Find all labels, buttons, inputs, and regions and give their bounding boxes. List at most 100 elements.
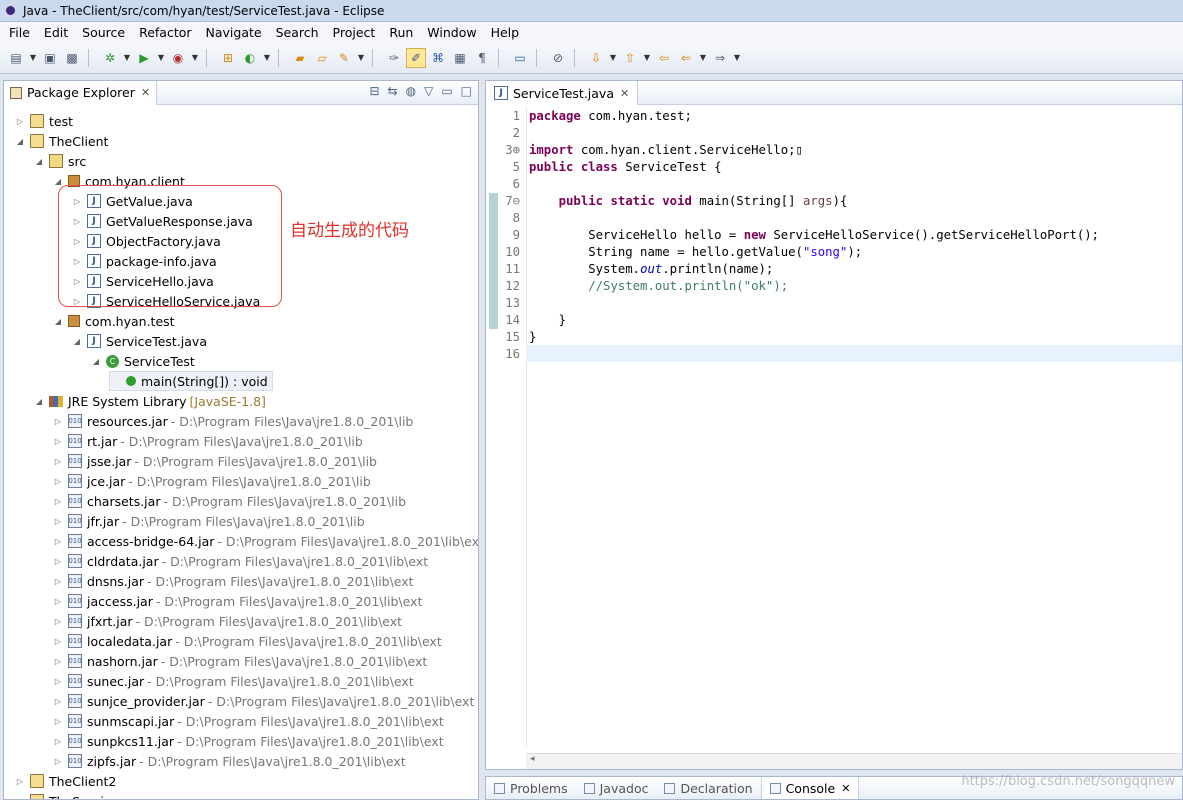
tree-item[interactable]: ▷ 010 cldrdata.jar - D:\Program Files\Java\…: [52, 551, 428, 571]
tab-servicetest-java[interactable]: J ServiceTest.java ✕: [486, 81, 639, 105]
save-all-icon[interactable]: ▩: [62, 48, 82, 68]
collapse-icon[interactable]: ◢: [90, 357, 102, 366]
console-icon[interactable]: ▭: [510, 48, 530, 68]
tree-item[interactable]: ▷ 010 jfxrt.jar - D:\Program Files\Java\jre…: [52, 611, 402, 631]
expand-icon[interactable]: ▷: [52, 537, 64, 546]
expand-icon[interactable]: ▷: [52, 457, 64, 466]
tree-item[interactable]: ◢ src: [33, 151, 86, 171]
expand-icon[interactable]: ▷: [52, 477, 64, 486]
collapse-icon[interactable]: ◢: [52, 177, 64, 186]
tab-problems[interactable]: Problems: [486, 777, 576, 799]
expand-icon[interactable]: ▷: [52, 617, 64, 626]
expand-icon[interactable]: ▷: [52, 497, 64, 506]
tree-item[interactable]: main(String[]) : void: [109, 371, 273, 391]
collapse-icon[interactable]: ◢: [14, 137, 26, 146]
menu-project[interactable]: Project: [326, 25, 383, 40]
tree-item[interactable]: ▷ 010 dnsns.jar - D:\Program Files\Java\jre…: [52, 571, 414, 591]
next-annotation-dropdown-icon[interactable]: ▼: [608, 48, 618, 68]
new-class-dropdown-icon[interactable]: ▼: [262, 48, 272, 68]
save-icon[interactable]: ▣: [40, 48, 60, 68]
last-edit-icon[interactable]: ⇦: [654, 48, 674, 68]
expand-icon[interactable]: ▷: [52, 657, 64, 666]
minimize-icon[interactable]: ▭: [441, 84, 452, 98]
menu-edit[interactable]: Edit: [37, 25, 75, 40]
tree-item[interactable]: ▷ 010 jsse.jar - D:\Program Files\Java\jre1…: [52, 451, 377, 471]
prev-annotation-icon[interactable]: ⇧: [620, 48, 640, 68]
toggle-highlight-icon[interactable]: ✐: [406, 47, 426, 68]
tree-item[interactable]: ▷ 010 sunjce_provider.jar - D:\Program File…: [52, 691, 474, 711]
new-icon[interactable]: ▤: [6, 48, 26, 68]
open-folder-icon[interactable]: ▱: [312, 48, 332, 68]
code-area[interactable]: 1 package com.hyan.test; 2 3⊕ import com.hya…: [486, 107, 1182, 747]
expand-icon[interactable]: ▷: [52, 697, 64, 706]
expand-icon[interactable]: ▷: [52, 517, 64, 526]
expand-icon[interactable]: ▷: [52, 557, 64, 566]
expand-icon[interactable]: ▷: [52, 417, 64, 426]
skip-breakpoints-icon[interactable]: ⊘: [548, 48, 568, 68]
search-icon[interactable]: ✎: [334, 48, 354, 68]
tree-item[interactable]: ▷ 010 sunec.jar - D:\Program Files\Java\jre…: [52, 671, 414, 691]
tab-console[interactable]: Console ✕: [760, 777, 860, 799]
run-dropdown-icon[interactable]: ▼: [156, 48, 166, 68]
tree-item[interactable]: ▷ 010 localedata.jar - D:\Program Files\Jav…: [52, 631, 442, 651]
expand-icon[interactable]: ▷: [52, 677, 64, 686]
tree-item[interactable]: ◢ C ServiceTest: [90, 351, 195, 371]
external-tools-icon[interactable]: ◉: [168, 48, 188, 68]
collapse-all-icon[interactable]: ⊟: [369, 84, 379, 98]
collapse-icon[interactable]: ◢: [33, 397, 45, 406]
focus-icon[interactable]: ◍: [406, 84, 416, 98]
tree-item[interactable]: ▷ TheService: [14, 791, 118, 800]
expand-icon[interactable]: ▷: [52, 597, 64, 606]
tree-item[interactable]: ▷ 010 access-bridge-64.jar - D:\Program Fil…: [52, 531, 478, 551]
link-with-editor-icon[interactable]: ⇆: [388, 84, 398, 98]
expand-icon[interactable]: ▷: [52, 737, 64, 746]
close-icon[interactable]: ✕: [841, 782, 850, 795]
collapse-icon[interactable]: ◢: [71, 337, 83, 346]
back-icon[interactable]: ⇐: [676, 48, 696, 68]
tree-item[interactable]: ▷ 010 rt.jar - D:\Program Files\Java\jre1.8…: [52, 431, 363, 451]
view-menu-icon[interactable]: ▽: [424, 84, 433, 98]
tab-javadoc[interactable]: Javadoc: [576, 777, 657, 799]
tree-item[interactable]: ◢ com.hyan.test: [52, 311, 175, 331]
open-type-icon[interactable]: ▰: [290, 48, 310, 68]
new-package-icon[interactable]: ⊞: [218, 48, 238, 68]
horizontal-scrollbar[interactable]: ◂: [526, 753, 1182, 769]
debug-icon[interactable]: ✲: [100, 48, 120, 68]
expand-icon[interactable]: ▷: [52, 757, 64, 766]
expand-icon[interactable]: ▷: [52, 437, 64, 446]
tree-item[interactable]: ◢ JRE System Library [JavaSE-1.8]: [33, 391, 266, 411]
expand-icon[interactable]: ▷: [14, 777, 26, 786]
run-icon[interactable]: ▶: [134, 48, 154, 68]
menu-source[interactable]: Source: [75, 25, 132, 40]
menu-run[interactable]: Run: [382, 25, 420, 40]
external-tools-dropdown-icon[interactable]: ▼: [190, 48, 200, 68]
tab-package-explorer[interactable]: Package Explorer ✕: [4, 81, 158, 105]
forward-dropdown-icon[interactable]: ▼: [732, 48, 742, 68]
search-dropdown-icon[interactable]: ▼: [356, 48, 366, 68]
paragraph-icon[interactable]: ¶: [472, 48, 492, 68]
tree-item[interactable]: ▷ 010 sunpkcs11.jar - D:\Program Files\Java…: [52, 731, 444, 751]
tree-item[interactable]: ▷ 010 jaccess.jar - D:\Program Files\Java\j…: [52, 591, 422, 611]
block-select-icon[interactable]: ▦: [450, 48, 470, 68]
debug-dropdown-icon[interactable]: ▼: [122, 48, 132, 68]
close-icon[interactable]: ✕: [620, 87, 629, 100]
show-whitespace-icon[interactable]: ⌘: [428, 48, 448, 68]
tree-item[interactable]: ▷ 010 nashorn.jar - D:\Program Files\Java\j…: [52, 651, 427, 671]
expand-icon[interactable]: ▷: [52, 577, 64, 586]
tree-item[interactable]: ▷ 010 sunmscapi.jar - D:\Program Files\Java…: [52, 711, 444, 731]
forward-icon[interactable]: ⇒: [710, 48, 730, 68]
new-dropdown-icon[interactable]: ▼: [28, 48, 38, 68]
menu-help[interactable]: Help: [484, 25, 527, 40]
tree-item[interactable]: ▷ 010 jfr.jar - D:\Program Files\Java\jre1.…: [52, 511, 365, 531]
tree-item[interactable]: ▷ TheClient2: [14, 771, 116, 791]
tree-item[interactable]: ◢ TheClient: [14, 131, 109, 151]
tab-declaration[interactable]: Declaration: [656, 777, 760, 799]
tree-item[interactable]: ▷ test: [14, 111, 73, 131]
menu-refactor[interactable]: Refactor: [132, 25, 198, 40]
maximize-icon[interactable]: □: [461, 84, 472, 98]
expand-icon[interactable]: ▷: [14, 797, 26, 800]
menu-search[interactable]: Search: [269, 25, 326, 40]
new-class-icon[interactable]: ◐: [240, 48, 260, 68]
toggle-mark-icon[interactable]: ✑: [384, 48, 404, 68]
collapse-icon[interactable]: ◢: [52, 317, 64, 326]
